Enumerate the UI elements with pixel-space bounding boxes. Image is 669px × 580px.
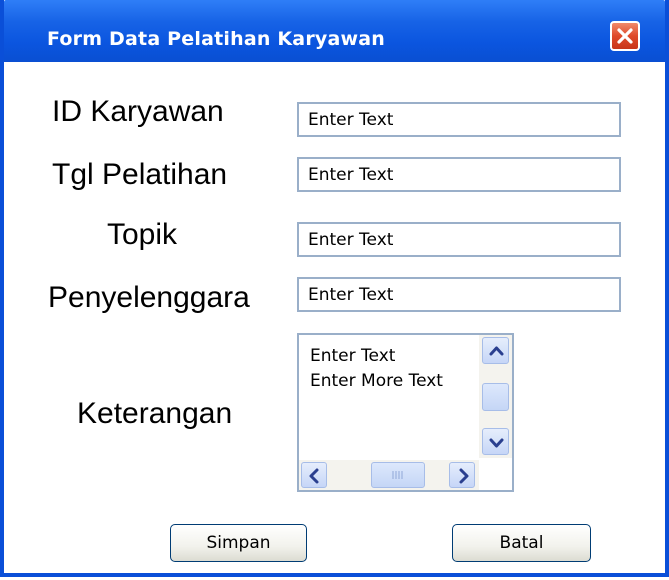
close-button[interactable] bbox=[610, 21, 640, 51]
window-title: Form Data Pelatihan Karyawan bbox=[47, 28, 386, 50]
horizontal-scroll-thumb[interactable] bbox=[371, 462, 425, 488]
chevron-down-icon bbox=[489, 438, 504, 448]
close-icon bbox=[617, 28, 633, 44]
tgl-pelatihan-input[interactable]: Enter Text bbox=[297, 157, 621, 192]
label-id-karyawan: ID Karyawan bbox=[52, 95, 224, 128]
scroll-down-button[interactable] bbox=[482, 428, 509, 455]
vertical-scrollbar[interactable] bbox=[479, 335, 512, 458]
keterangan-textarea[interactable]: Enter Text Enter More Text bbox=[297, 333, 514, 492]
textarea-line: Enter More Text bbox=[310, 371, 443, 391]
penyelenggara-input[interactable]: Enter Text bbox=[297, 277, 621, 312]
chevron-right-icon bbox=[459, 468, 469, 484]
textarea-line: Enter Text bbox=[310, 346, 396, 366]
label-tgl-pelatihan: Tgl Pelatihan bbox=[52, 158, 228, 191]
simpan-button[interactable]: Simpan bbox=[170, 524, 307, 562]
chevron-left-icon bbox=[309, 468, 319, 484]
dialog-window: Form Data Pelatihan Karyawan ID Karyawan… bbox=[0, 0, 669, 577]
scroll-up-button[interactable] bbox=[482, 337, 509, 364]
horizontal-scrollbar[interactable] bbox=[299, 460, 479, 490]
id-karyawan-input[interactable]: Enter Text bbox=[297, 102, 621, 137]
label-topik: Topik bbox=[107, 218, 178, 251]
scroll-left-button[interactable] bbox=[301, 462, 327, 488]
label-penyelenggara: Penyelenggara bbox=[48, 281, 250, 314]
topik-input[interactable]: Enter Text bbox=[297, 222, 621, 257]
scroll-right-button[interactable] bbox=[449, 462, 475, 488]
batal-button[interactable]: Batal bbox=[452, 524, 591, 562]
vertical-scroll-thumb[interactable] bbox=[482, 383, 509, 411]
grip-icon bbox=[392, 471, 403, 479]
title-bar[interactable]: Form Data Pelatihan Karyawan bbox=[4, 0, 665, 62]
chevron-up-icon bbox=[489, 346, 504, 356]
label-keterangan: Keterangan bbox=[77, 397, 233, 430]
